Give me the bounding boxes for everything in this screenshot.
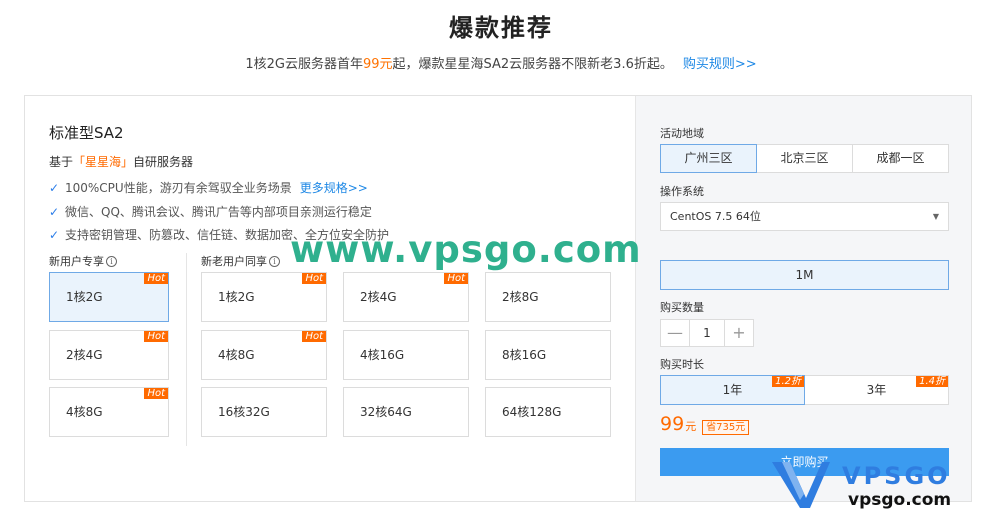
quantity-stepper: — 1 + [660,319,754,347]
region-guangzhou-3[interactable]: 广州三区 [660,144,757,173]
quantity-label: 购买数量 [660,301,704,314]
subtitle-text: 1核2G云服务器首年 [245,57,363,72]
product-name: 标准型SA2 [49,124,124,142]
product-desc: 基于「星星海」自研服务器 [49,153,193,170]
feature-item: ✓ 100%CPU性能，游刃有余驾驭全业务场景 更多规格>> [49,179,389,203]
region-beijing-3[interactable]: 北京三区 [756,144,853,173]
hot-badge: Hot [302,331,326,342]
spec-new-4c8g[interactable]: 4核8G Hot [49,387,169,437]
hot-badge: Hot [444,273,468,284]
spec-all-32c64g[interactable]: 32核64G [343,387,469,437]
spec-label: 2核4G [66,348,103,362]
watermark-text: www.vpsgo.com [290,228,642,271]
discount-badge: 1.4折 [916,376,948,387]
spec-label: 16核32G [218,405,270,419]
savings-badge: 省735元 [702,420,750,435]
spec-label: 4核16G [360,348,405,362]
spec-label: 2核8G [502,290,539,304]
logo-site-text: vpsgo.com [848,490,951,510]
spec-label: 64核128G [502,405,562,419]
info-icon[interactable]: i [106,255,117,267]
caret-down-icon: ▼ [932,212,939,221]
spec-new-2c4g[interactable]: 2核4G Hot [49,330,169,380]
info-icon[interactable]: i [269,255,280,267]
product-panel: 标准型SA2 基于「星星海」自研服务器 ✓ 100%CPU性能，游刃有余驾驭全业务… [25,96,635,501]
check-icon: ✓ [49,204,60,219]
bandwidth-option[interactable]: 1M [660,260,949,290]
spec-all-4c16g[interactable]: 4核16G [343,330,469,380]
spec-all-1c2g[interactable]: 1核2G Hot [201,272,327,322]
spec-label: 2核4G [360,290,397,304]
hot-badge: Hot [144,331,168,342]
subtitle-price: 99元 [362,57,393,72]
quantity-input[interactable]: 1 [689,320,725,346]
duration-label: 购买时长 [660,358,704,371]
spec-all-64c128g[interactable]: 64核128G [485,387,611,437]
duration-text: 3年 [866,383,887,397]
os-value: CentOS 7.5 64位 [670,210,761,223]
spec-all-2c8g[interactable]: 2核8G [485,272,611,322]
feature-item: ✓ 微信、QQ、腾讯会议、腾讯广告等内部项目亲测运行稳定 [49,203,389,227]
spec-label: 4核8G [218,348,255,362]
region-selector: 广州三区 北京三区 成都一区 [660,144,949,173]
feature-text: 微信、QQ、腾讯会议、腾讯广告等内部项目亲测运行稳定 [65,204,372,219]
subtitle-text-2: 起，爆款星星海SA2云服务器不限新老3.6折起。 [392,57,673,72]
spec-label: 1核2G [218,290,255,304]
new-user-label: 新用户专享 i [49,253,117,269]
plus-button[interactable]: + [725,320,753,346]
vpsgo-logo: VPSGO vpsgo.com [772,462,951,510]
duration-3-year[interactable]: 3年 1.4折 [804,375,949,405]
all-user-label-text: 新老用户同享 [201,255,267,268]
os-label: 操作系统 [660,185,704,198]
duration-text: 1年 [722,383,743,397]
hot-badge: Hot [144,273,168,284]
desc-brand: 「星星海」 [73,155,134,169]
spec-label: 32核64G [360,405,412,419]
price-unit: 元 [685,420,697,433]
desc-text: 基于 [49,155,74,169]
purchase-rules-link[interactable]: 购买规则>> [683,57,757,72]
spec-all-16c32g[interactable]: 16核32G [201,387,327,437]
price-row: 99 元 省735元 [660,413,750,435]
region-chengdu-1[interactable]: 成都一区 [852,144,949,173]
page-title: 爆款推荐 [449,14,553,42]
new-user-label-text: 新用户专享 [49,255,104,268]
hot-badge: Hot [302,273,326,284]
logo-brand-text: VPSGO [842,462,951,490]
duration-selector: 1年 1.2折 3年 1.4折 [660,375,949,405]
price-value: 99 [660,413,685,435]
order-panel: 活动地域 广州三区 北京三区 成都一区 操作系统 CentOS 7.5 64位 … [635,96,971,501]
group-divider [186,253,187,446]
os-select[interactable]: CentOS 7.5 64位 ▼ [660,202,949,231]
hot-badge: Hot [144,388,168,399]
desc-text-2: 自研服务器 [133,155,194,169]
minus-button[interactable]: — [661,320,689,346]
spec-label: 8核16G [502,348,547,362]
spec-all-8c16g[interactable]: 8核16G [485,330,611,380]
product-card: 标准型SA2 基于「星星海」自研服务器 ✓ 100%CPU性能，游刃有余驾驭全业务… [24,95,972,502]
all-user-label: 新老用户同享 i [201,253,280,269]
region-label: 活动地域 [660,127,704,140]
page-subtitle: 1核2G云服务器首年99元起，爆款星星海SA2云服务器不限新老3.6折起。 购买规… [0,53,1002,72]
logo-v-shape [772,462,830,508]
spec-all-2c4g[interactable]: 2核4G Hot [343,272,469,322]
check-icon: ✓ [49,228,60,242]
spec-label: 4核8G [66,405,103,419]
discount-badge: 1.2折 [772,376,804,387]
spec-all-4c8g[interactable]: 4核8G Hot [201,330,327,380]
duration-1-year[interactable]: 1年 1.2折 [660,375,805,405]
more-specs-link[interactable]: 更多规格>> [300,179,368,197]
feature-text: 100%CPU性能，游刃有余驾驭全业务场景 [65,181,292,195]
check-icon: ✓ [49,181,60,195]
spec-new-1c2g[interactable]: 1核2G Hot [49,272,169,322]
spec-label: 1核2G [66,290,103,304]
